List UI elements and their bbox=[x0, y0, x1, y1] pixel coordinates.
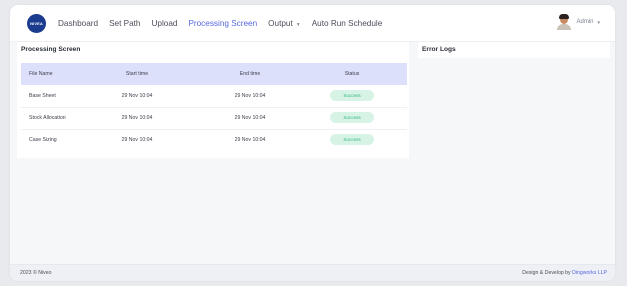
footer-credit-link[interactable]: Dingworks LLP bbox=[572, 270, 607, 276]
cell-start-time: 29 Nov 10:04 bbox=[121, 115, 153, 121]
col-file-name: File Name bbox=[29, 71, 53, 77]
user-name: Admin bbox=[576, 19, 594, 25]
nav-output[interactable]: Output ▼ bbox=[268, 19, 301, 28]
footer-copyright: 2023 © Niveo bbox=[20, 270, 52, 276]
processing-title: Processing Screen bbox=[21, 46, 81, 53]
footer: 2023 © Niveo Design & Develop by Dingwor… bbox=[10, 264, 615, 281]
avatar bbox=[556, 14, 571, 30]
nav-output-label: Output bbox=[268, 18, 293, 28]
nav-upload[interactable]: Upload bbox=[151, 19, 177, 28]
cell-end-time: 29 Nov 10:04 bbox=[234, 93, 266, 99]
top-navbar: NIVEA Dashboard Set Path Upload Processi… bbox=[10, 5, 615, 42]
error-logs-panel: Error Logs bbox=[418, 42, 610, 58]
processing-panel: Processing Screen File Name Start time E… bbox=[17, 42, 409, 158]
cell-start-time: 29 Nov 10:04 bbox=[121, 93, 153, 99]
nav-dashboard[interactable]: Dashboard bbox=[58, 19, 98, 28]
footer-credit-text: Design & Develop by bbox=[522, 270, 571, 276]
cell-end-time: 29 Nov 10:04 bbox=[234, 137, 266, 143]
chevron-down-icon: ▼ bbox=[295, 21, 301, 28]
user-menu[interactable]: Admin ▼ bbox=[556, 14, 601, 30]
app-frame: NIVEA Dashboard Set Path Upload Processi… bbox=[10, 5, 615, 281]
nivea-logo[interactable]: NIVEA bbox=[27, 14, 46, 33]
nav-set-path[interactable]: Set Path bbox=[109, 19, 140, 28]
table-row: Base Sheet 29 Nov 10:04 29 Nov 10:04 Suc… bbox=[21, 85, 407, 108]
cell-file-name: Base Sheet bbox=[29, 93, 56, 99]
chevron-down-icon: ▼ bbox=[596, 19, 601, 25]
nav-processing-screen[interactable]: Processing Screen bbox=[188, 19, 257, 28]
cell-file-name: Stock Allocation bbox=[29, 115, 66, 121]
error-logs-title: Error Logs bbox=[422, 46, 456, 53]
col-end-time: End time bbox=[239, 71, 261, 77]
table-row: Case Sizing 29 Nov 10:04 29 Nov 10:04 Su… bbox=[21, 129, 407, 151]
col-status: Status bbox=[344, 71, 360, 77]
table-header: File Name Start time End time Status bbox=[21, 63, 407, 85]
nav-auto-run-schedule[interactable]: Auto Run Schedule bbox=[312, 19, 383, 28]
cell-end-time: 29 Nov 10:04 bbox=[234, 115, 266, 121]
cell-file-name: Case Sizing bbox=[29, 137, 57, 143]
main-nav: Dashboard Set Path Upload Processing Scr… bbox=[58, 5, 393, 41]
col-start-time: Start time bbox=[125, 71, 149, 77]
status-badge: Success bbox=[330, 90, 374, 101]
footer-credit: Design & Develop by Dingworks LLP bbox=[522, 270, 607, 276]
cell-start-time: 29 Nov 10:04 bbox=[121, 137, 153, 143]
status-badge: Success bbox=[330, 134, 374, 145]
status-badge: Success bbox=[330, 112, 374, 123]
table-row: Stock Allocation 29 Nov 10:04 29 Nov 10:… bbox=[21, 107, 407, 130]
